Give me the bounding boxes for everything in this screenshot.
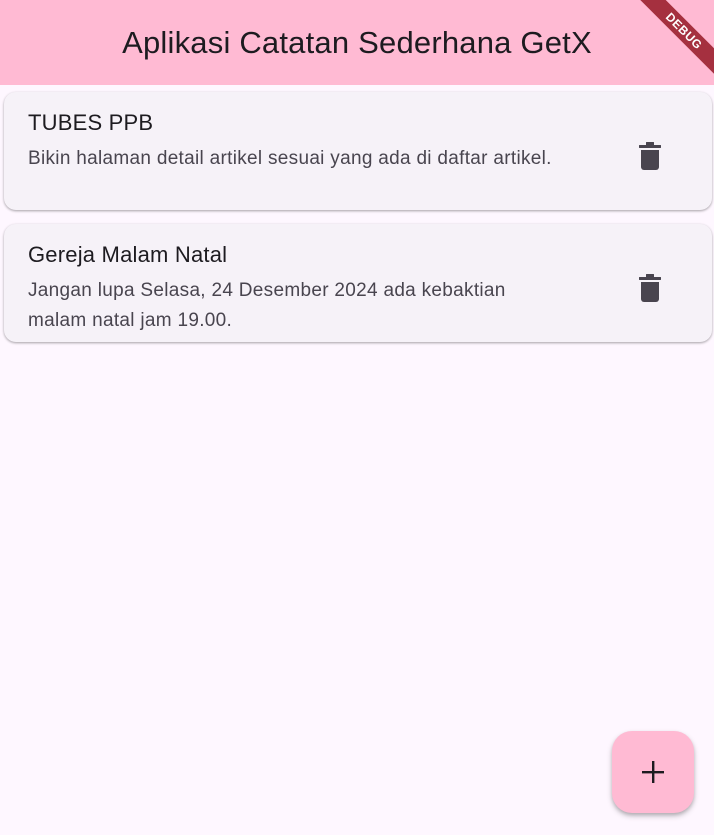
plus-icon [642,761,664,783]
add-note-button[interactable] [612,731,694,813]
app-bar: Aplikasi Catatan Sederhana GetX [0,0,714,85]
note-body: Jangan lupa Selasa, 24 Desember 2024 ada… [28,280,506,331]
note-card[interactable]: TUBES PPB Bikin halaman detail artikel s… [4,92,712,210]
app-title: Aplikasi Catatan Sederhana GetX [122,24,592,60]
delete-button[interactable] [630,136,670,176]
trash-icon [639,142,661,170]
trash-icon [639,274,661,302]
note-card[interactable]: Gereja Malam Natal Jangan lupa Selasa, 2… [4,224,712,342]
note-title: Gereja Malam Natal [28,242,228,267]
note-title: TUBES PPB [28,110,154,135]
note-body: Bikin halaman detail artikel sesuai yang… [28,148,552,169]
delete-button[interactable] [630,268,670,308]
